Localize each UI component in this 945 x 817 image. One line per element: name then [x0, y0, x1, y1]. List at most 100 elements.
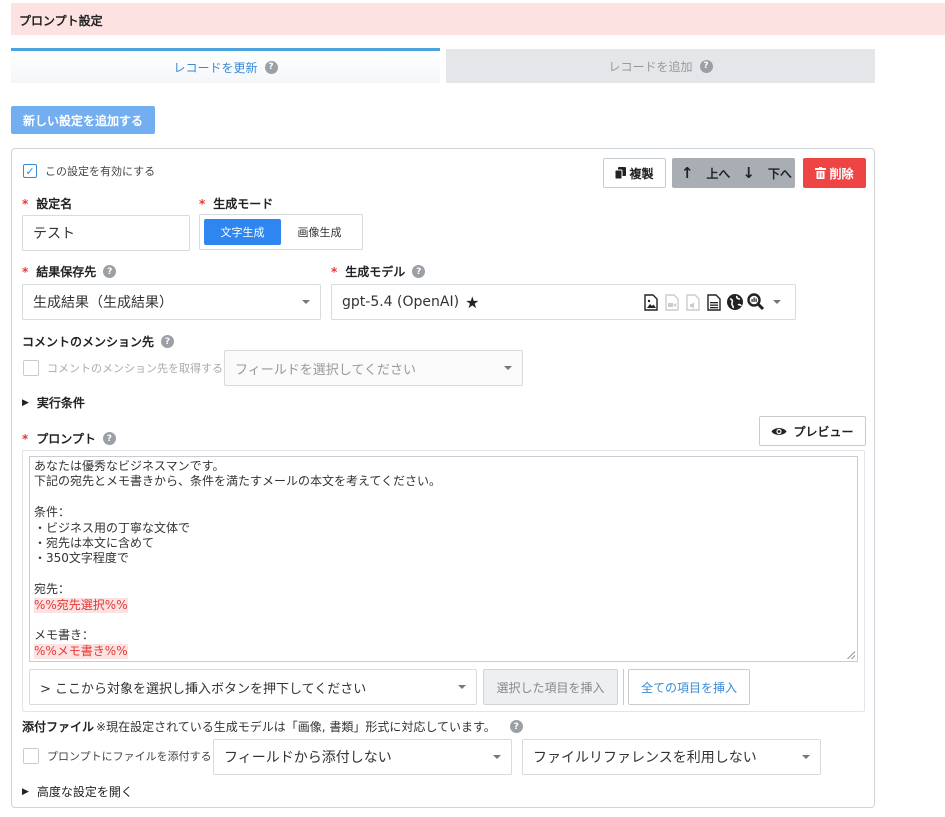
- chevron-down-icon: [802, 755, 810, 759]
- mention-label: コメントのメンション先 ?: [22, 333, 175, 350]
- help-icon[interactable]: ?: [412, 265, 426, 278]
- mention-field-placeholder: フィールドを選択してください: [235, 362, 416, 378]
- enable-setting-label: この設定を有効にする: [45, 165, 156, 178]
- model-capability-icons: [642, 292, 781, 312]
- copy-button[interactable]: 複製: [603, 158, 666, 188]
- mention-checkbox-row: コメントのメンション先を取得する: [23, 360, 223, 376]
- delete-button[interactable]: 削除: [803, 158, 866, 188]
- setting-name-label: * 設定名: [22, 195, 72, 212]
- triangle-right-icon: ▶: [22, 786, 29, 797]
- prompt-line: ・宛先は本文に含めて: [34, 536, 853, 551]
- insert-selected-button[interactable]: 選択した項目を挿入: [483, 669, 618, 705]
- prompt-line: ・ビジネス用の丁寧な文体で: [34, 521, 853, 536]
- prompt-label: * プロンプト ?: [22, 430, 116, 447]
- prompt-line-text: ・宛先は本文に含めて: [34, 536, 155, 551]
- triangle-right-icon: ▶: [22, 397, 29, 408]
- prompt-line: ・350文字程度で: [34, 551, 853, 566]
- generation-mode-label-text: 生成モード: [213, 197, 274, 211]
- chevron-down-icon: [504, 366, 512, 370]
- attach-file-label: プロンプトにファイルを添付する: [47, 750, 212, 763]
- required-mark: *: [22, 431, 29, 446]
- mention-checkbox[interactable]: [23, 360, 39, 376]
- advanced-settings-toggle[interactable]: ▶ 高度な設定を開く: [22, 783, 133, 800]
- enable-setting-row: ✓ この設定を有効にする: [23, 163, 155, 179]
- file-reference-value: ファイルリファレンスを利用しない: [533, 750, 757, 766]
- mention-field-select[interactable]: フィールドを選択してください: [224, 350, 523, 386]
- trash-icon: [815, 167, 827, 179]
- generation-mode-toggle: 文字生成 画像生成: [199, 214, 363, 250]
- preview-button-label: プレビュー: [793, 424, 854, 439]
- prompt-lines: あなたは優秀なビジネスマンです。 下記の宛先とメモ書きから、条件を満たすメールの本…: [34, 459, 853, 660]
- move-up-label: 上へ: [706, 166, 731, 181]
- help-icon[interactable]: ?: [102, 432, 116, 445]
- page-title: プロンプト設定: [19, 14, 103, 28]
- tab-add-record[interactable]: レコードを追加 ?: [446, 49, 875, 83]
- resize-handle[interactable]: [847, 651, 855, 659]
- insert-all-button[interactable]: 全ての項目を挿入: [628, 669, 750, 705]
- execution-conditions-label: 実行条件: [36, 396, 85, 410]
- execution-conditions-toggle[interactable]: ▶ 実行条件: [22, 394, 85, 411]
- move-down-label: 下へ: [767, 166, 792, 181]
- prompt-textarea[interactable]: あなたは優秀なビジネスマンです。 下記の宛先とメモ書きから、条件を満たすメールの本…: [29, 456, 858, 662]
- prompt-line-text: あなたは優秀なビジネスマンです。: [34, 459, 225, 473]
- tab-update-record[interactable]: レコードを更新 ?: [11, 48, 440, 83]
- prompt-line: あなたは優秀なビジネスマンです。: [34, 459, 853, 474]
- prompt-line-text: 下記の宛先とメモ書きから、条件を満たすメールの本文を考えてください。: [34, 474, 442, 489]
- prompt-line-text: 宛先：: [34, 582, 71, 597]
- generation-model-select[interactable]: gpt-5.4 (OpenAI) ★: [331, 284, 796, 320]
- prompt-placeholder-token: %%メモ書き%%: [34, 643, 128, 660]
- help-icon[interactable]: ?: [699, 59, 713, 73]
- prompt-line: 下記の宛先とメモ書きから、条件を満たすメールの本文を考えてください。: [34, 474, 853, 489]
- result-destination-label-text: 結果保存先: [36, 265, 97, 279]
- deep-search-icon: [747, 292, 765, 312]
- result-destination-value: 生成結果（生成結果）: [33, 295, 173, 311]
- prompt-line-text: ・350文字程度で: [34, 551, 129, 566]
- copy-button-label: 複製: [629, 166, 654, 181]
- setting-name-label-text: 設定名: [36, 197, 73, 211]
- attachment-label-row: 添付ファイル ※現在設定されている生成モデルは「画像, 書類」形式に対応していま…: [22, 718, 523, 735]
- required-mark: *: [331, 264, 338, 279]
- add-setting-button[interactable]: 新しい設定を追加する: [11, 106, 155, 134]
- arrow-down-icon: ↓: [742, 164, 755, 182]
- mode-text-generation[interactable]: 文字生成: [204, 219, 281, 245]
- file-reference-select[interactable]: ファイルリファレンスを利用しない: [522, 739, 821, 775]
- enable-setting-checkbox[interactable]: ✓: [23, 164, 37, 178]
- prompt-line: [34, 490, 853, 505]
- insert-target-select[interactable]: > ここから対象を選択し挿入ボタンを押下してください: [29, 669, 477, 705]
- chevron-down-icon: [773, 300, 781, 304]
- setting-card: ✓ この設定を有効にする 複製 ↑ 上へ ↓ 下へ 削除 * 設定名 テスト *…: [11, 148, 875, 808]
- tab-add-record-label: レコードを追加: [608, 59, 693, 74]
- attach-field-select[interactable]: フィールドから添付しない: [213, 739, 512, 775]
- prompt-line: [34, 613, 853, 628]
- mention-checkbox-label: コメントのメンション先を取得する: [47, 362, 223, 375]
- chevron-down-icon: [493, 755, 501, 759]
- move-buttons: ↑ 上へ ↓ 下へ: [672, 158, 795, 188]
- prompt-line-text: メモ書き：: [34, 628, 95, 643]
- prompt-line: [34, 567, 853, 582]
- move-up-button[interactable]: ↑ 上へ: [672, 158, 734, 188]
- result-destination-select[interactable]: 生成結果（生成結果）: [22, 284, 321, 320]
- prompt-line: %%メモ書き%%: [34, 643, 853, 660]
- help-icon[interactable]: ?: [509, 720, 523, 733]
- help-icon[interactable]: ?: [264, 60, 278, 74]
- required-mark: *: [199, 196, 206, 211]
- attach-file-checkbox[interactable]: [23, 748, 39, 764]
- star-icon: ★: [465, 292, 480, 312]
- help-icon[interactable]: ?: [161, 335, 175, 348]
- preview-button[interactable]: プレビュー: [759, 416, 866, 446]
- attach-checkbox-row: プロンプトにファイルを添付する: [23, 748, 212, 764]
- attachment-note: ※現在設定されている生成モデルは「画像, 書類」形式に対応しています。: [96, 720, 496, 734]
- prompt-line: %%宛先選択%%: [34, 597, 853, 614]
- setting-name-input[interactable]: テスト: [22, 215, 190, 251]
- advanced-settings-label: 高度な設定を開く: [36, 785, 133, 799]
- delete-button-label: 削除: [829, 166, 854, 181]
- document-icon: [705, 292, 723, 312]
- generation-model-label-text: 生成モデル: [345, 265, 406, 279]
- help-icon[interactable]: ?: [103, 265, 117, 278]
- generation-model-value: gpt-5.4 (OpenAI): [342, 294, 460, 310]
- mode-image-generation[interactable]: 画像生成: [281, 219, 358, 245]
- move-down-button[interactable]: ↓ 下へ: [734, 158, 796, 188]
- prompt-line: 宛先：: [34, 582, 853, 597]
- prompt-line: メモ書き：: [34, 628, 853, 643]
- generation-mode-label: * 生成モード: [199, 195, 273, 212]
